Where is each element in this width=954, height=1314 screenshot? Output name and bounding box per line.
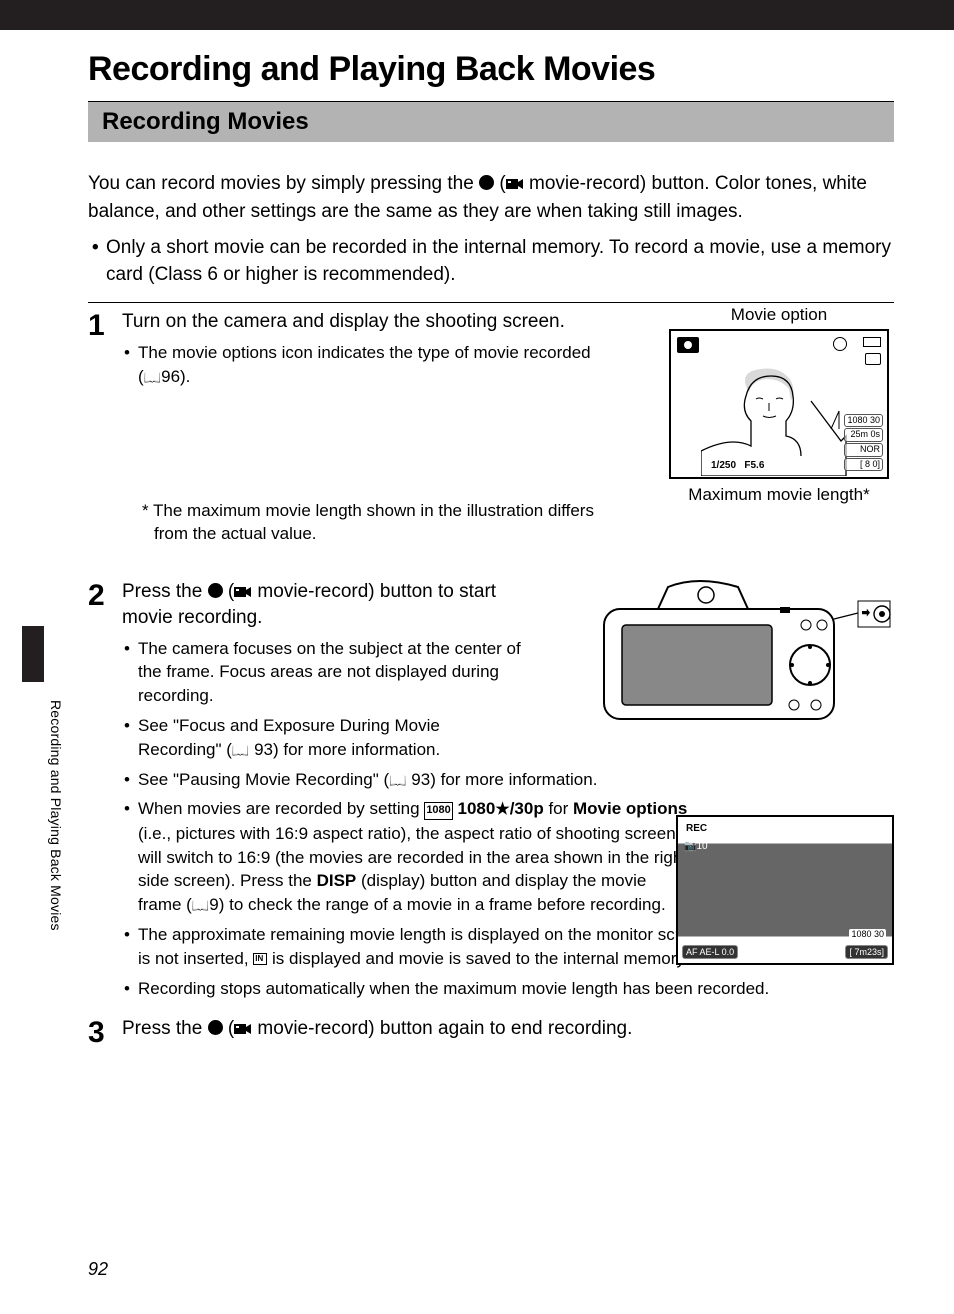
intro-paragraph: You can record movies by simply pressing…	[88, 170, 894, 225]
page-number: 92	[88, 1259, 108, 1280]
step-heading: Press the ( movie-record) button again t…	[122, 1016, 894, 1042]
movie-option-label: Movie option	[664, 305, 894, 325]
lcd-preview-1: 1080 30 25m 0s NOR [ 8 0] 1/250 F5.6	[669, 329, 889, 479]
page-title: Recording and Playing Back Movies	[88, 50, 894, 89]
step-heading: Press the ( movie-record) button to star…	[122, 579, 522, 630]
record-dot-icon	[479, 175, 494, 190]
step-2: 2 Press the ( movie-record) button to st…	[88, 579, 894, 1006]
step1-bullets: The movie options icon indicates the typ…	[122, 341, 602, 389]
step2-bullet-3: See "Pausing Movie Recording" ( 93) for …	[138, 768, 894, 792]
top-black-bar	[0, 0, 954, 30]
step2-bullet-4: When movies are recorded by setting 1080…	[138, 797, 688, 917]
step2-bullet-1: The camera focuses on the subject at the…	[138, 637, 522, 708]
separator	[88, 302, 894, 303]
intro-bullet-1: Only a short movie can be recorded in th…	[106, 235, 894, 288]
side-tab-marker	[22, 626, 44, 682]
record-dot-icon	[208, 583, 223, 598]
step1-bullet-1: The movie options icon indicates the typ…	[138, 341, 602, 389]
step-1: 1 Turn on the camera and display the sho…	[88, 309, 894, 569]
camera-icon	[598, 579, 894, 729]
battery-icon	[863, 337, 881, 347]
step-3: 3 Press the ( movie-record) button again…	[88, 1016, 894, 1048]
step2-bullet-6: Recording stops automatically when the m…	[138, 977, 894, 1001]
step-number: 1	[88, 309, 122, 569]
step-body: Press the ( movie-record) button again t…	[122, 1016, 894, 1048]
step2-bullets-c: When movies are recorded by setting 1080…	[122, 797, 688, 917]
page-ref-icon	[192, 895, 209, 914]
lcd-status-stack: 1080 30 25m 0s NOR [ 8 0]	[844, 413, 883, 472]
resolution-indicator: 1080 30	[849, 929, 886, 939]
page-ref-icon	[232, 740, 249, 759]
step2-camera-illustration	[598, 579, 894, 734]
movie-record-icon	[234, 1022, 252, 1036]
step1-illustration: Movie option 1080 30 25m 0s	[664, 305, 894, 505]
intro-text-paren: (	[494, 173, 506, 194]
side-tab-text: Recording and Playing Back Movies	[48, 700, 64, 931]
page-ref-icon	[389, 770, 406, 789]
mode-icon	[677, 337, 699, 353]
lcd-exposure: 1/250 F5.6	[711, 460, 764, 471]
card-icon	[865, 353, 881, 365]
movie-record-icon	[234, 585, 252, 599]
lcd-bottom-bar: AF AE-L 0.0 [ 7m23s]	[682, 945, 888, 959]
step2-bullets-b: See "Pausing Movie Recording" ( 93) for …	[122, 768, 894, 792]
intro-bullets: Only a short movie can be recorded in th…	[88, 235, 894, 288]
step2-bullets-a: The camera focuses on the subject at the…	[122, 637, 522, 762]
page-content: Recording and Playing Back Movies Record…	[0, 30, 954, 1048]
fan-icon	[833, 337, 847, 351]
step-body: Turn on the camera and display the shoot…	[122, 309, 894, 569]
internal-memory-icon	[253, 953, 267, 965]
star-icon: ★	[495, 801, 509, 818]
portrait-illustration	[701, 361, 851, 476]
step-number: 3	[88, 1016, 122, 1048]
section-header: Recording Movies	[88, 101, 894, 142]
disp-button-label: DISP	[317, 871, 357, 890]
step1-footnote: * The maximum movie length shown in the …	[122, 499, 602, 547]
page-ref-icon	[144, 367, 161, 386]
step-heading: Turn on the camera and display the shoot…	[122, 309, 602, 335]
section-title: Recording Movies	[102, 108, 880, 136]
battery-icon	[870, 823, 886, 832]
movie-record-icon	[506, 177, 524, 191]
in-indicator: 📷10	[684, 841, 708, 852]
step-number: 2	[88, 579, 122, 1006]
step2-bullet-2: See "Focus and Exposure During Movie Rec…	[138, 714, 522, 762]
intro-text-a: You can record movies by simply pressing…	[88, 173, 479, 194]
step-body: Press the ( movie-record) button to star…	[122, 579, 894, 1006]
resolution-icon: 1080	[424, 802, 452, 819]
record-dot-icon	[208, 1020, 223, 1035]
max-length-label: Maximum movie length*	[664, 485, 894, 505]
lcd-preview-2: REC 📷10 1080 30 AF AE-L 0.0 [ 7m23s]	[676, 815, 894, 965]
rec-indicator: REC	[684, 823, 709, 834]
